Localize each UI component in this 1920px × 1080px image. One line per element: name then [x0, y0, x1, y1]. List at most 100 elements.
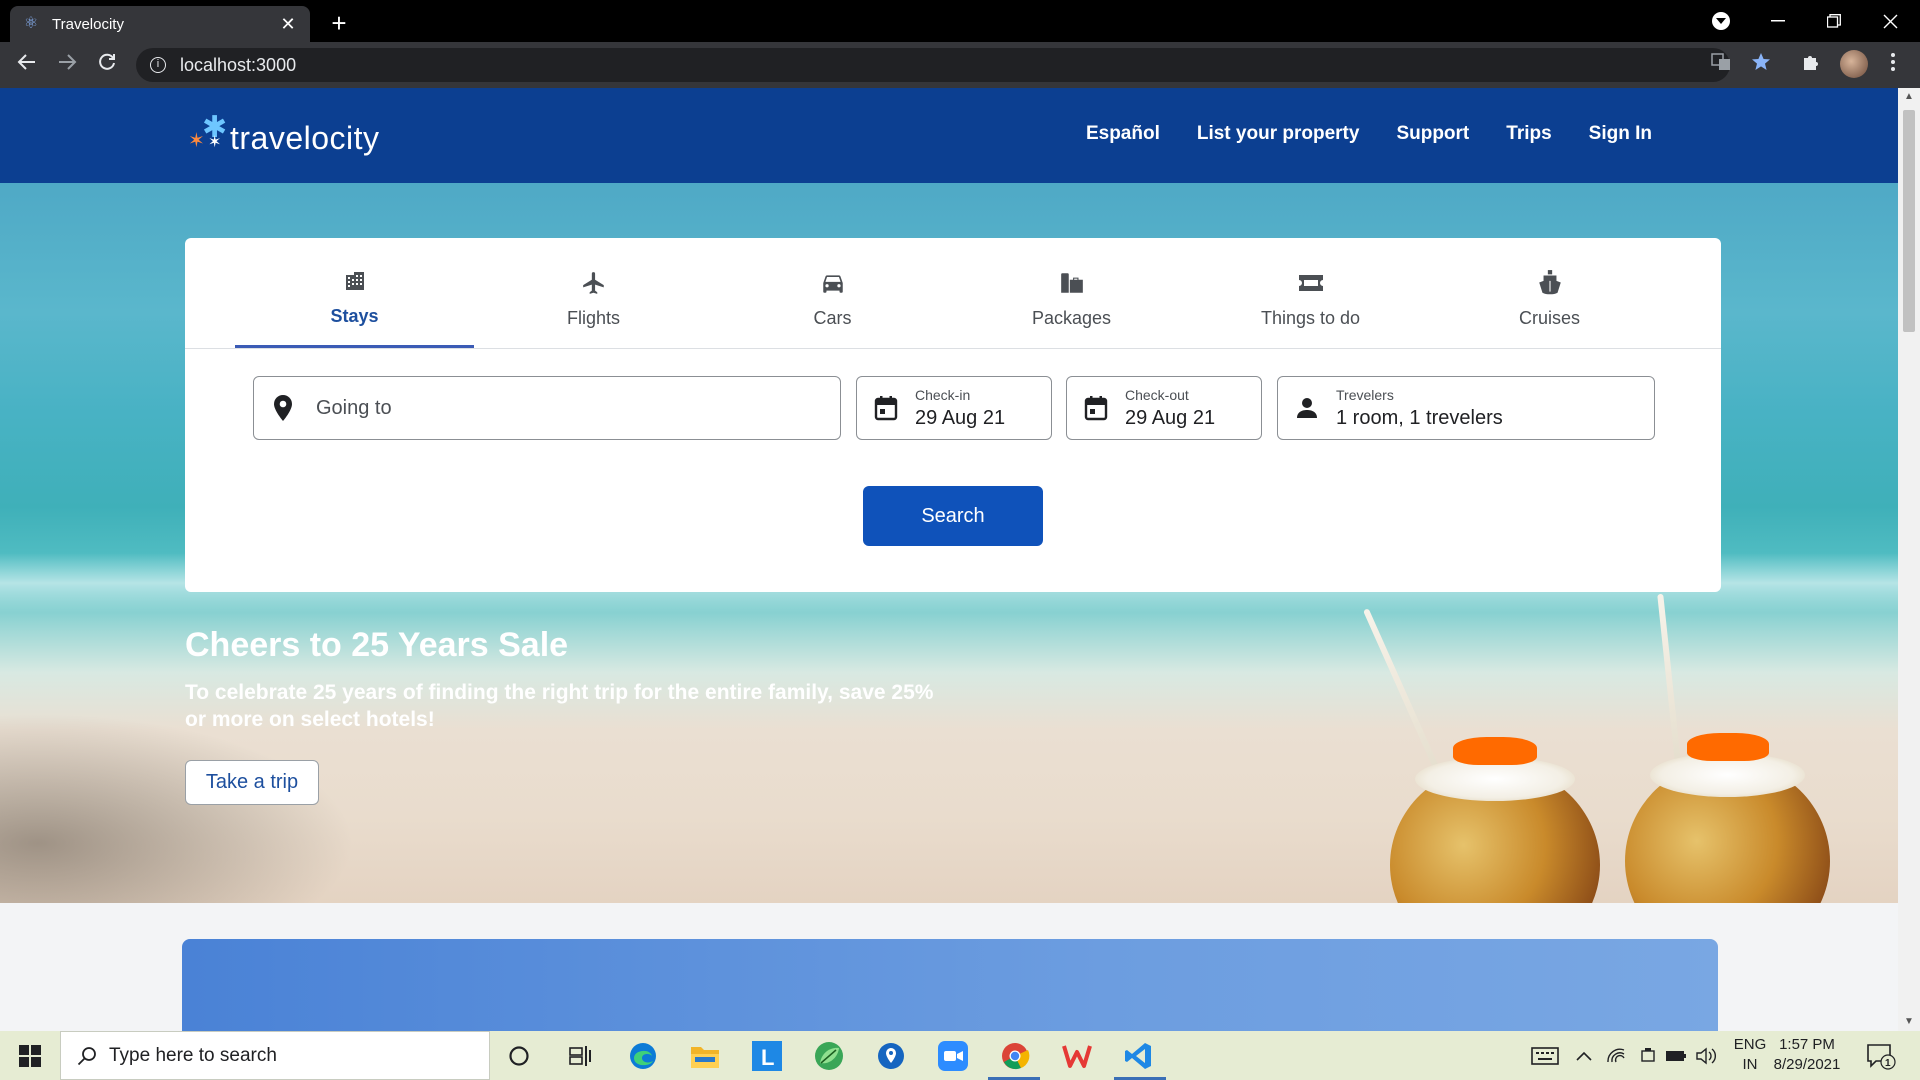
scroll-up-icon[interactable]: ▲	[1898, 88, 1920, 106]
nav-trips[interactable]: Trips	[1506, 123, 1551, 145]
check-out-value: 29 Aug 21	[1125, 406, 1216, 429]
extensions-puzzle-icon[interactable]	[1798, 52, 1824, 78]
building-icon	[343, 266, 367, 296]
leaf-app-icon[interactable]	[812, 1039, 846, 1073]
zoom-icon[interactable]	[936, 1039, 970, 1073]
new-tab-button[interactable]: +	[326, 8, 352, 39]
site-header: ✱ ✶ ✶ travelocity Español List your proper…	[0, 88, 1898, 183]
logo-stars-icon: ✱ ✶ ✶	[188, 110, 228, 152]
cortana-icon[interactable]	[502, 1039, 536, 1073]
travelers-label: Trevelers	[1336, 386, 1394, 403]
taskbar-search-box[interactable]: Type here to search	[60, 1031, 490, 1080]
tab-search-icon[interactable]	[1712, 12, 1730, 30]
keyboard-icon[interactable]	[1528, 1039, 1562, 1073]
lower-banner-card	[182, 939, 1718, 1031]
nav-sign-in[interactable]: Sign In	[1589, 123, 1652, 145]
page-scrollbar[interactable]: ▲ ▼	[1898, 88, 1920, 1031]
promo-section: Cheers to 25 Years Sale To celebrate 25 …	[185, 626, 955, 805]
travelocity-logo[interactable]: ✱ ✶ ✶ travelocity	[188, 112, 380, 157]
tab-things-to-do-label: Things to do	[1260, 307, 1361, 328]
nav-support[interactable]: Support	[1396, 123, 1469, 145]
back-button[interactable]	[12, 50, 42, 80]
tab-flights[interactable]: Flights	[474, 238, 713, 348]
minimize-button[interactable]	[1750, 0, 1806, 42]
scroll-thumb[interactable]	[1903, 110, 1915, 332]
nav-list-your-property[interactable]: List your property	[1197, 123, 1360, 145]
meet-now-icon[interactable]	[1636, 1039, 1660, 1073]
windows-taskbar: Type here to search L ENG IN 1:57 PM 8/2…	[0, 1031, 1920, 1080]
going-to-field[interactable]: Going to	[253, 376, 841, 440]
task-view-icon[interactable]	[564, 1039, 598, 1073]
start-button[interactable]	[0, 1031, 60, 1080]
notification-center-icon[interactable]: 1	[1864, 1039, 1898, 1073]
packages-icon	[1059, 268, 1085, 298]
check-out-label: Check-out	[1125, 386, 1189, 403]
maps-icon[interactable]	[874, 1039, 908, 1073]
reload-button[interactable]	[92, 50, 122, 80]
svg-text:L: L	[761, 1045, 774, 1070]
chrome-icon[interactable]	[998, 1039, 1032, 1073]
scroll-down-icon[interactable]: ▼	[1898, 1013, 1920, 1031]
reload-icon	[99, 53, 115, 70]
wifi-icon[interactable]	[1604, 1039, 1628, 1073]
tab-cars[interactable]: Cars	[713, 238, 952, 348]
tab-cars-label: Cars	[813, 307, 852, 328]
forward-button[interactable]	[52, 50, 82, 80]
translate-icon[interactable]	[1708, 52, 1734, 78]
travelers-field[interactable]: Trevelers 1 room, 1 trevelers	[1277, 376, 1655, 440]
tab-packages-label: Packages	[1031, 307, 1112, 328]
system-clock[interactable]: 1:57 PM 8/29/2021	[1772, 1035, 1842, 1075]
site-nav: Español List your property Support Trips…	[1086, 123, 1652, 145]
ticket-icon	[1297, 268, 1325, 298]
input-language-indicator[interactable]: ENG IN	[1732, 1035, 1768, 1075]
straw-left	[1362, 608, 1446, 785]
file-explorer-icon[interactable]	[688, 1039, 722, 1073]
logo-text: travelocity	[230, 120, 380, 156]
battery-icon[interactable]	[1664, 1039, 1688, 1073]
web-page: ✱ ✶ ✶ travelocity Español List your proper…	[0, 88, 1898, 1031]
take-a-trip-button[interactable]: Take a trip	[185, 760, 319, 805]
chrome-menu-icon[interactable]	[1880, 52, 1906, 78]
search-card: Stays Flights Cars Packages Things to do…	[185, 238, 1721, 592]
l-app-icon[interactable]: L	[750, 1039, 784, 1073]
edge-icon[interactable]	[626, 1039, 660, 1073]
restore-button[interactable]	[1806, 0, 1862, 42]
nav-espanol[interactable]: Español	[1086, 123, 1160, 145]
address-bar[interactable]: i localhost:3000	[136, 48, 1730, 82]
browser-tab[interactable]: ⚛ Travelocity ✕	[10, 6, 310, 42]
site-info-icon[interactable]: i	[150, 57, 166, 73]
url-text: localhost:3000	[180, 54, 297, 75]
windows-logo-icon	[19, 1044, 41, 1067]
clock-date: 8/29/2021	[1773, 1056, 1841, 1073]
calendar-icon	[873, 395, 899, 421]
check-out-field[interactable]: Check-out 29 Aug 21	[1066, 376, 1262, 440]
tab-close-icon[interactable]: ✕	[278, 14, 298, 35]
tab-cruises[interactable]: Cruises	[1430, 238, 1669, 348]
coconut-right	[1625, 733, 1830, 903]
check-in-field[interactable]: Check-in 29 Aug 21	[856, 376, 1052, 440]
profile-avatar[interactable]	[1840, 50, 1868, 78]
check-in-value: 29 Aug 21	[915, 406, 1006, 429]
volume-icon[interactable]	[1694, 1039, 1718, 1073]
show-hidden-icons-chevron-icon[interactable]	[1572, 1039, 1596, 1073]
wps-icon[interactable]	[1060, 1039, 1094, 1073]
browser-toolbar: i localhost:3000	[0, 42, 1920, 88]
minimize-icon	[1771, 20, 1785, 22]
tab-packages[interactable]: Packages	[952, 238, 1191, 348]
promo-text: To celebrate 25 years of finding the rig…	[185, 681, 934, 731]
car-icon	[820, 268, 846, 298]
tab-things-to-do[interactable]: Things to do	[1191, 238, 1430, 348]
vscode-icon[interactable]	[1122, 1039, 1156, 1073]
back-arrow-icon	[17, 54, 35, 70]
search-tabs: Stays Flights Cars Packages Things to do…	[235, 238, 1671, 348]
search-button[interactable]: Search	[863, 486, 1043, 546]
bookmark-star-icon[interactable]	[1748, 52, 1774, 78]
tab-stays-label: Stays	[330, 306, 379, 326]
close-icon	[1883, 14, 1897, 28]
straw-right	[1657, 593, 1682, 774]
close-window-button[interactable]	[1862, 0, 1918, 42]
promo-title: Cheers to 25 Years Sale	[185, 626, 569, 664]
calendar-icon	[1083, 395, 1109, 421]
tab-stays[interactable]: Stays	[235, 238, 474, 348]
coconut-left	[1390, 737, 1600, 903]
